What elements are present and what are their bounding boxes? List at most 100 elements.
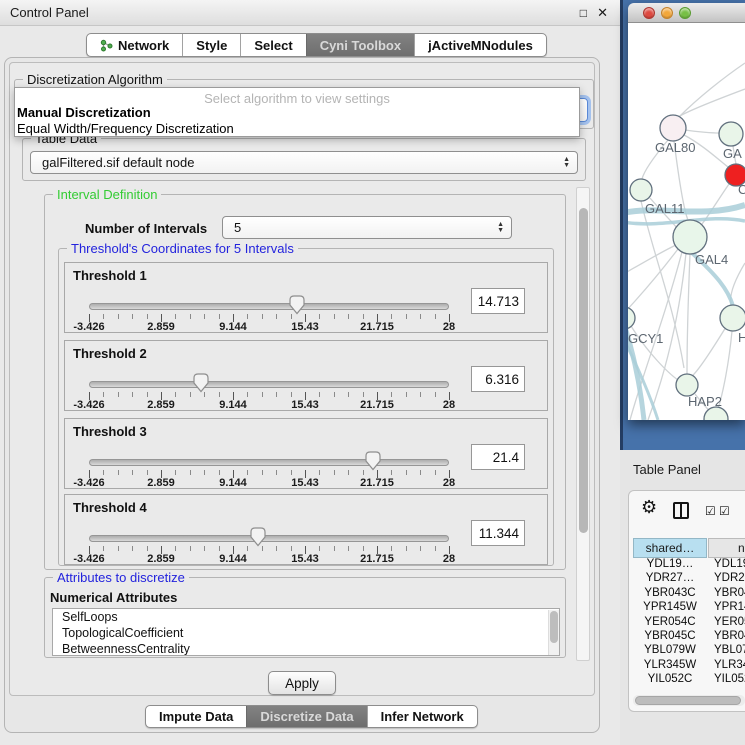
tick-label: 21.715 [360,477,394,489]
cell: YBR045C [707,630,745,644]
tab-impute-data[interactable]: Impute Data [146,706,246,727]
float-window-icon[interactable]: □ [580,6,587,20]
list-item[interactable]: SelfLoops [53,609,559,625]
tab-select[interactable]: Select [240,34,305,56]
node-hap2[interactable] [676,374,698,396]
algorithm-dropdown-popup: Select algorithm to view settings Manual… [14,87,580,137]
network-icon [100,39,113,52]
minimize-traffic-light-icon[interactable] [661,7,673,19]
threshold-4-slider-thumb[interactable] [248,526,268,547]
table-row[interactable]: YPR145WYPR145W [633,601,745,615]
close-icon[interactable]: ✕ [597,5,608,21]
threshold-3-slider-thumb[interactable] [363,450,383,471]
tick-label: 9.144 [219,553,247,565]
table-row[interactable]: YBL079WYBL079W [633,644,745,658]
table-row[interactable]: YBR043CYBR043C [633,587,745,601]
gear-icon[interactable]: ⚙ [641,497,657,518]
table-row[interactable]: YDL19…YDL19… [633,558,745,572]
network-view-window: GAL80 GA C GAL11 GAL4 GCY1 H HAP2 [628,3,745,420]
cell: YBL079W [633,644,707,658]
threshold-1-slider-thumb[interactable] [287,294,307,315]
cell: YLR345W [707,659,745,673]
tick-label: 15.43 [291,399,319,411]
table-row[interactable]: YIL052CYIL052C [633,673,745,687]
node-gal4[interactable] [673,220,707,254]
table-row[interactable]: YER054CYER054C [633,616,745,630]
node-gal11[interactable] [630,179,652,201]
tab-cyni-toolbox[interactable]: Cyni Toolbox [306,34,414,56]
tick-label: 2.859 [147,321,175,333]
threshold-1-box: Threshold 1 -3.426 2.859 9.144 15.43 21.… [64,262,548,333]
table-horizontal-scrollbar-thumb[interactable] [635,696,741,705]
cell: YDR27… [633,572,707,586]
threshold-1-tick-labels: -3.426 2.859 9.144 15.43 21.715 28 [89,321,449,333]
node-label: C [738,182,745,197]
threshold-3-value-field[interactable] [471,444,525,470]
settings-scrollbar-thumb[interactable] [579,208,588,533]
algorithm-popup-hint: Select algorithm to view settings [15,88,579,105]
threshold-2-value-field[interactable] [471,366,525,392]
numerical-attributes-list: SelfLoops TopologicalCoefficient Between… [52,608,560,656]
tick-label: 28 [443,477,455,489]
tab-jactivemnodules[interactable]: jActiveMNodules [414,34,546,56]
tab-infer-network[interactable]: Infer Network [367,706,477,727]
cell: YER054C [633,616,707,630]
table-row[interactable]: YDR27…YDR27… [633,572,745,586]
table-panel-body: ⚙ ☑ ☑ shared… n YDL19…YDL19… YDR27…YDR27… [628,490,745,712]
threshold-2-box: Threshold 2 -3.426 2.859 9.144 15.43 21.… [64,340,548,411]
node-gal80[interactable] [660,115,686,141]
node-gcy1[interactable] [628,307,635,329]
column-header-shared-name[interactable]: shared… [633,538,707,558]
table-data-value: galFiltered.sif default node [42,155,194,170]
node-label: GAL80 [655,140,695,155]
table-horizontal-scrollbar[interactable] [633,695,745,706]
algorithm-option-equal-width[interactable]: Equal Width/Frequency Discretization [15,121,579,137]
algorithm-group-title: Discretization Algorithm [23,72,167,87]
columns-icon[interactable] [673,502,689,519]
screenshot: Control Panel □ ✕ Network Style Select C… [0,0,745,745]
table-row[interactable]: YBR045CYBR045C [633,630,745,644]
tick-label: 21.715 [360,399,394,411]
network-canvas[interactable]: GAL80 GA C GAL11 GAL4 GCY1 H HAP2 [628,23,745,420]
number-of-intervals-combobox[interactable]: 5 ▲▼ [222,216,512,239]
cell: YDL19… [707,558,745,572]
cell: YPR145W [707,601,745,615]
list-item[interactable]: BetweennessCentrality [53,641,559,656]
threshold-4-value-field[interactable] [471,520,525,546]
settings-scrollbar[interactable] [576,187,590,661]
node-label: HAP2 [688,394,722,409]
cell: YIL052C [707,673,745,687]
node-ga[interactable] [719,122,743,146]
attributes-list-scrollbar[interactable] [548,610,559,656]
node-label: GA [723,146,742,161]
tick-label: 15.43 [291,477,319,489]
threshold-2-slider-thumb[interactable] [191,372,211,393]
tick-label: -3.426 [73,321,104,333]
zoom-traffic-light-icon[interactable] [679,7,691,19]
column-header-name[interactable]: n [708,538,745,558]
number-of-intervals-label: Number of Intervals [85,221,207,236]
tab-network[interactable]: Network [87,34,182,56]
tick-label: -3.426 [73,477,104,489]
tab-discretize-data[interactable]: Discretize Data [246,706,366,727]
algorithm-option-manual[interactable]: Manual Discretization [15,105,579,121]
list-item[interactable]: TopologicalCoefficient [53,625,559,641]
tab-style[interactable]: Style [182,34,240,56]
cell: YPR145W [633,601,707,615]
threshold-4-tick-labels: -3.426 2.859 9.144 15.43 21.715 28 [89,553,449,565]
close-traffic-light-icon[interactable] [643,7,655,19]
tab-discretize-data-label: Discretize Data [260,709,353,724]
checkbox-icon[interactable]: ☑ [719,504,730,518]
tab-style-label: Style [196,38,227,53]
table-row[interactable]: YLR345WYLR345W [633,659,745,673]
apply-button-label: Apply [285,676,319,691]
threshold-1-value-field[interactable] [471,288,525,314]
tick-label: 9.144 [219,321,247,333]
window-title: Control Panel [10,5,89,20]
apply-button[interactable]: Apply [268,671,336,695]
threshold-4-box: Threshold 4 -3.426 2.859 9.144 15.43 21.… [64,494,548,565]
table-data-combobox[interactable]: galFiltered.sif default node ▲▼ [30,151,578,174]
checkbox-icon[interactable]: ☑ [705,504,716,518]
threshold-coordinates-title: Threshold's Coordinates for 5 Intervals [67,241,298,256]
node-h[interactable] [720,305,745,331]
